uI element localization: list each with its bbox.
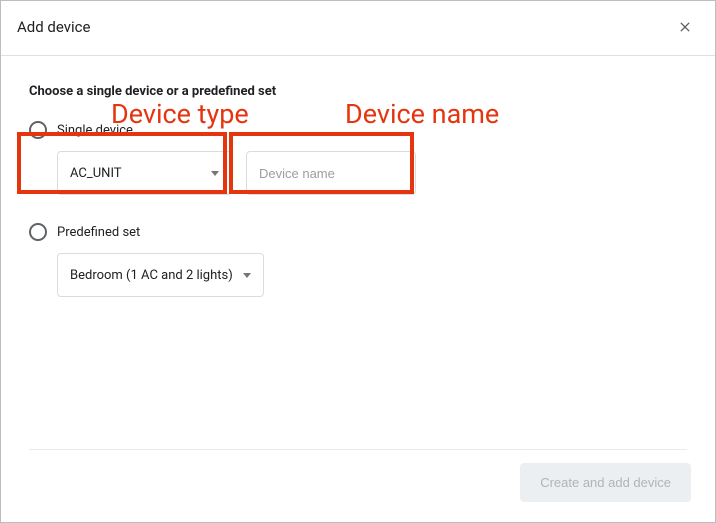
close-icon bbox=[677, 19, 693, 35]
device-type-select[interactable]: AC_UNIT bbox=[57, 151, 232, 195]
chevron-down-icon bbox=[211, 171, 219, 176]
single-device-label: Single device bbox=[57, 123, 133, 138]
device-type-value: AC_UNIT bbox=[70, 166, 122, 181]
single-device-controls: AC_UNIT bbox=[57, 151, 687, 195]
close-button[interactable] bbox=[671, 13, 699, 41]
predefined-set-radio[interactable] bbox=[29, 223, 47, 241]
predefined-set-controls: Bedroom (1 AC and 2 lights) bbox=[57, 253, 687, 297]
predefined-set-row: Predefined set bbox=[29, 223, 687, 241]
single-device-option: Single device AC_UNIT bbox=[29, 121, 687, 195]
dialog-header: Add device bbox=[1, 1, 715, 56]
predefined-set-option: Predefined set Bedroom (1 AC and 2 light… bbox=[29, 223, 687, 297]
dialog-body: Choose a single device or a predefined s… bbox=[1, 56, 715, 449]
single-device-radio[interactable] bbox=[29, 121, 47, 139]
dialog-footer: Create and add device bbox=[1, 449, 715, 522]
chevron-down-icon bbox=[243, 273, 251, 278]
create-and-add-device-button[interactable]: Create and add device bbox=[520, 463, 691, 502]
predefined-set-select[interactable]: Bedroom (1 AC and 2 lights) bbox=[57, 253, 264, 297]
instruction-text: Choose a single device or a predefined s… bbox=[29, 84, 687, 99]
dialog-title: Add device bbox=[17, 18, 90, 36]
device-name-input[interactable] bbox=[246, 151, 416, 195]
predefined-set-label: Predefined set bbox=[57, 225, 140, 240]
add-device-dialog: Add device Choose a single device or a p… bbox=[0, 0, 716, 523]
single-device-row: Single device bbox=[29, 121, 687, 139]
predefined-set-value: Bedroom (1 AC and 2 lights) bbox=[70, 268, 233, 283]
